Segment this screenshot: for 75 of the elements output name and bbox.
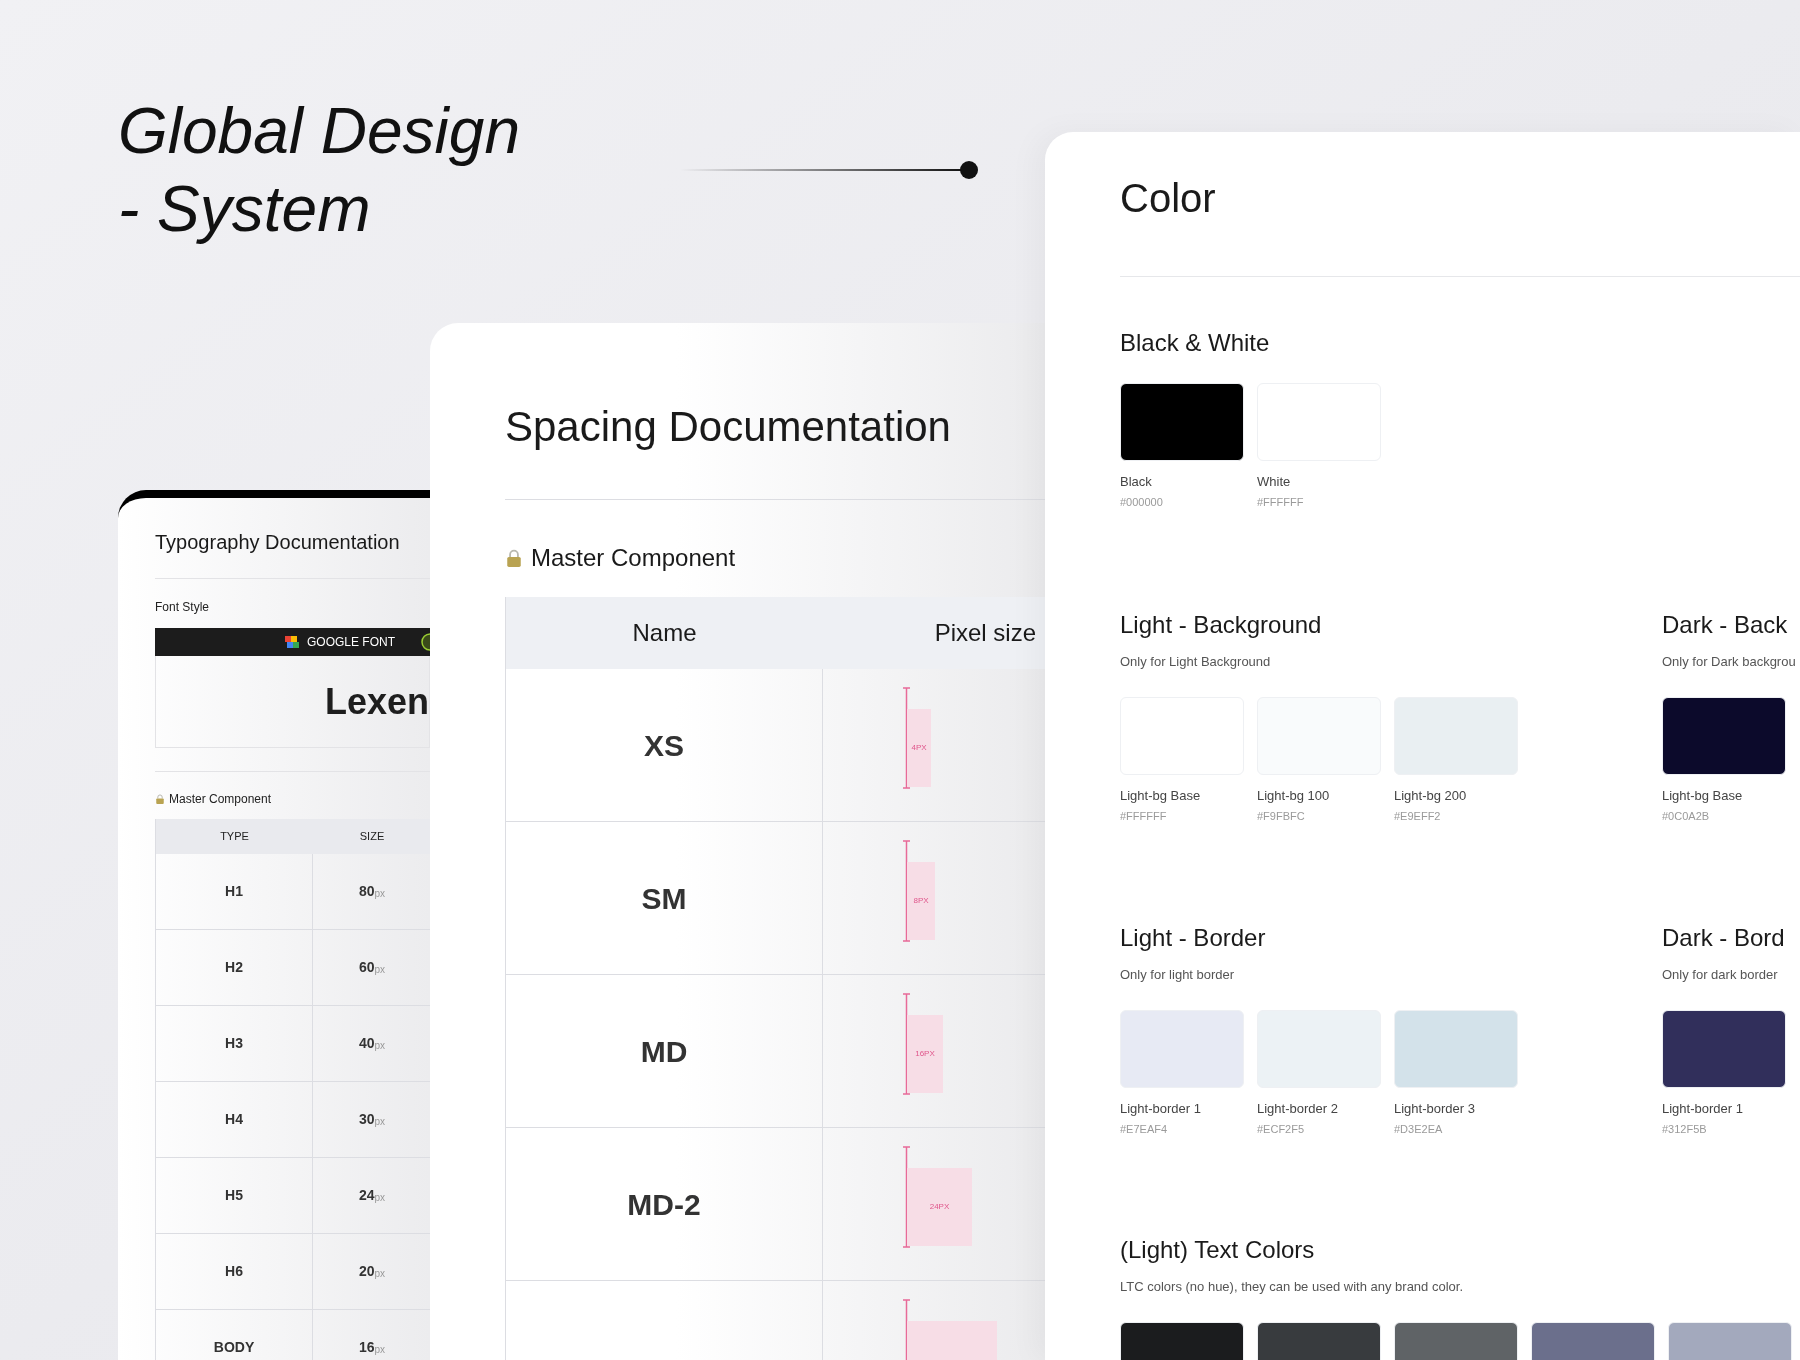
table-cell: BODY bbox=[156, 1310, 313, 1360]
hero-title: - System bbox=[118, 172, 372, 247]
spacing-marker: 4PX bbox=[907, 709, 931, 787]
table-cell-text: 16px bbox=[357, 1338, 387, 1357]
spacing-marker: 16PX bbox=[907, 1015, 943, 1093]
card-title: Typography Documentation bbox=[155, 530, 401, 555]
font-name: Lexen bbox=[324, 679, 429, 724]
dimension-line-icon bbox=[903, 993, 910, 1095]
badge-icon bbox=[421, 633, 430, 651]
swatch-name: Light-bg Base bbox=[1662, 787, 1744, 805]
swatch-name: White bbox=[1257, 473, 1292, 491]
table-cell-text: 80px bbox=[357, 882, 387, 901]
section-heading: Black & White bbox=[1120, 328, 1271, 358]
dimension-line-icon bbox=[903, 687, 910, 789]
table-cell-text: 20px bbox=[357, 1262, 387, 1281]
swatch-hex: #F9FBFC bbox=[1257, 809, 1306, 824]
bar-label: GOOGLE FONT bbox=[307, 634, 395, 651]
card-title: Color bbox=[1120, 176, 1217, 220]
column-header: SIZE bbox=[359, 829, 385, 845]
spacing-marker: 8PX bbox=[907, 862, 935, 940]
card-title: Spacing Documentation bbox=[505, 402, 952, 452]
swatch-name: Light-bg 100 bbox=[1257, 787, 1331, 805]
section-heading: Light - Border bbox=[1120, 923, 1267, 953]
lock-icon bbox=[155, 794, 165, 804]
section-label: Master Component bbox=[169, 791, 272, 807]
section-label: Master Component bbox=[531, 543, 736, 573]
swatch-name: Black bbox=[1120, 473, 1153, 491]
section-description: Only for Dark backgrou bbox=[1662, 653, 1796, 671]
section-heading: Light - Background bbox=[1120, 610, 1323, 640]
swatch-name: Light-bg 200 bbox=[1394, 787, 1468, 805]
spacing-marker: 24PX bbox=[907, 1168, 972, 1246]
table-cell: H1 bbox=[156, 854, 313, 929]
swatch-hex: #ECF2F5 bbox=[1257, 1122, 1306, 1137]
table-cell: H4 bbox=[156, 1082, 313, 1157]
swatch-hex: #000000 bbox=[1120, 495, 1164, 510]
swatch-hex: #E9EFF2 bbox=[1394, 809, 1442, 824]
swatch-hex: #312F5B bbox=[1662, 1122, 1708, 1137]
section-heading: Dark - Bord bbox=[1662, 923, 1786, 953]
section-description: LTC colors (no hue), they can be used with any brand color. bbox=[1120, 1278, 1464, 1296]
table-cell: H5 bbox=[156, 1158, 313, 1233]
swatch-hex: #E7EAF4 bbox=[1120, 1122, 1169, 1137]
swatch-name: Light-border 2 bbox=[1257, 1100, 1339, 1118]
swatch-name: Light-border 1 bbox=[1662, 1100, 1744, 1118]
lock-icon bbox=[505, 549, 523, 567]
section-description: Only for dark border bbox=[1662, 966, 1779, 984]
section-description: Only for Light Background bbox=[1120, 653, 1272, 671]
table-cell-text: 24px bbox=[357, 1186, 387, 1205]
table-cell: H2 bbox=[156, 930, 313, 1005]
dimension-line-icon bbox=[903, 1146, 910, 1248]
section-heading: Dark - Back bbox=[1662, 610, 1789, 640]
table-cell-text: 40px bbox=[357, 1034, 387, 1053]
column-header: TYPE bbox=[220, 829, 249, 845]
swatch-hex: #FFFFFF bbox=[1120, 809, 1168, 824]
hero-title: Global Design bbox=[118, 94, 520, 169]
table-cell-text: 60px bbox=[357, 958, 387, 977]
column-header: Name bbox=[632, 618, 697, 648]
swatch-hex: #FFFFFF bbox=[1257, 495, 1305, 510]
swatch-name: Light-border 3 bbox=[1394, 1100, 1476, 1118]
table-cell: XS bbox=[506, 669, 823, 821]
section-label: Font Style bbox=[155, 599, 211, 615]
swatch-name: Light-border 1 bbox=[1120, 1100, 1202, 1118]
table-cell: H6 bbox=[156, 1234, 313, 1309]
table-cell: H3 bbox=[156, 1006, 313, 1081]
swatch-hex: #0C0A2B bbox=[1662, 809, 1711, 824]
section-heading: (Light) Text Colors bbox=[1120, 1235, 1316, 1265]
table-cell-text: 30px bbox=[357, 1110, 387, 1129]
table-cell: MD bbox=[506, 975, 823, 1127]
swatch-name: Light-bg Base bbox=[1120, 787, 1202, 805]
dimension-line-icon bbox=[903, 840, 910, 942]
table-cell: MD-2 bbox=[506, 1128, 823, 1280]
logo-icon bbox=[285, 636, 299, 648]
column-header: Pixel size bbox=[934, 618, 1037, 648]
section-description: Only for light border bbox=[1120, 966, 1236, 984]
table-cell: SM bbox=[506, 822, 823, 974]
swatch-hex: #D3E2EA bbox=[1394, 1122, 1444, 1137]
